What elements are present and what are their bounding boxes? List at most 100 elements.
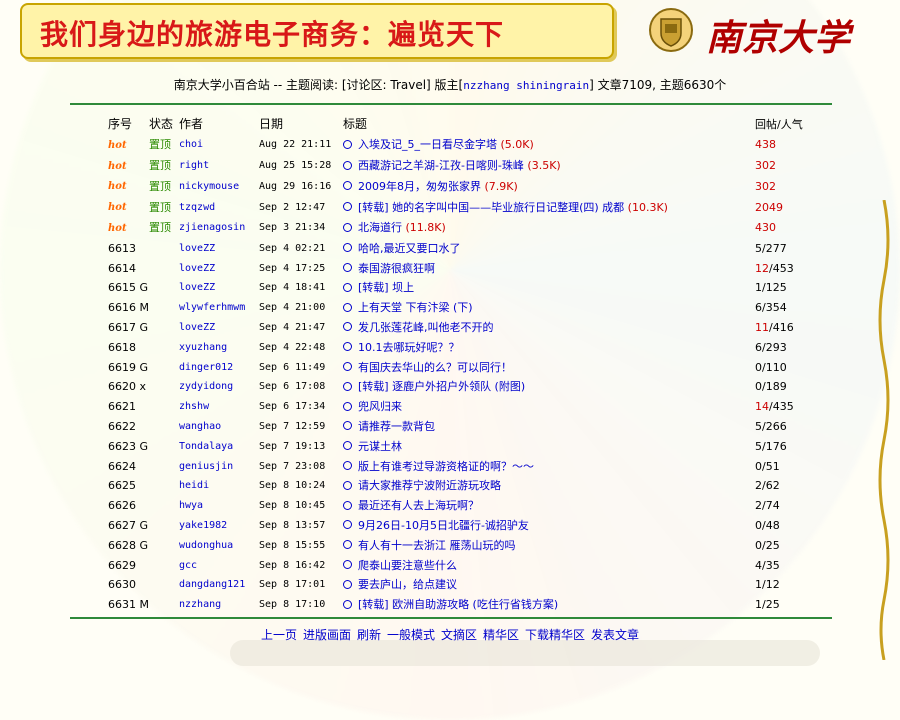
footer-link[interactable]: 进版画面	[303, 628, 351, 642]
moderator-links[interactable]: nzzhang shiningrain	[463, 79, 589, 92]
row-title-cell[interactable]: 兜风归来	[342, 397, 755, 417]
row-title-cell[interactable]: [转载] 欧洲自助游攻略 (吃住行省钱方案)	[342, 595, 755, 615]
row-title-cell[interactable]: 最近还有人去上海玩啊？	[342, 496, 755, 516]
row-author-link[interactable]: gcc	[179, 556, 259, 576]
row-title-link[interactable]: [转载] 她的名字叫中国——毕业旅行日记整理(四) 成都	[358, 201, 624, 214]
table-row[interactable]: 6624 geniusjin Sep 7 23:08 版上有谁考过导游资格证的啊？～～…	[108, 457, 815, 477]
footer-link[interactable]: 一般模式	[387, 628, 435, 642]
row-author-link[interactable]: zydyidong	[179, 377, 259, 397]
row-title-link[interactable]: [转载] 坝上	[358, 281, 414, 294]
row-author-link[interactable]: Tondalaya	[179, 437, 259, 457]
row-author-link[interactable]: loveZZ	[179, 318, 259, 338]
row-title-link[interactable]: 请推荐一款背包	[358, 420, 435, 433]
row-title-link[interactable]: 10.1去哪玩好呢？？	[358, 341, 460, 354]
row-title-link[interactable]: 发几张莲花峰,叫他老不开的	[358, 321, 494, 334]
row-title-cell[interactable]: 9月26日-10月5日北疆行-诚招驴友	[342, 516, 755, 536]
row-title-cell[interactable]: 爬泰山要注意些什么	[342, 556, 755, 576]
row-author-link[interactable]: nickymouse	[179, 176, 259, 197]
table-row[interactable]: hot 置顶 choi Aug 22 21:11 入埃及记_5_一日看尽金字塔 (5.0…	[108, 135, 815, 156]
row-title-link[interactable]: 请大家推荐宁波附近游玩攻略	[358, 479, 501, 492]
row-title-cell[interactable]: [转载] 坝上	[342, 278, 755, 298]
row-title-cell[interactable]: 版上有谁考过导游资格证的啊？～～	[342, 457, 755, 477]
row-title-link[interactable]: 有国庆去华山的么？可以同行！	[358, 361, 512, 374]
row-title-cell[interactable]: 西藏游记之羊湖-江孜-日喀则-珠峰 (3.5K)	[342, 156, 755, 177]
row-author-link[interactable]: right	[179, 156, 259, 177]
footer-link[interactable]: 文摘区	[441, 628, 477, 642]
table-row[interactable]: 6621 zhshw Sep 6 17:34 兜风归来 14/435	[108, 397, 815, 417]
row-title-cell[interactable]: 哈哈,最近又要口水了	[342, 239, 755, 259]
row-title-cell[interactable]: 10.1去哪玩好呢？？	[342, 338, 755, 358]
footer-link[interactable]: 精华区	[483, 628, 519, 642]
row-title-cell[interactable]: 请推荐一款背包	[342, 417, 755, 437]
row-title-cell[interactable]: 请大家推荐宁波附近游玩攻略	[342, 476, 755, 496]
row-title-cell[interactable]: 要去庐山，给点建议	[342, 575, 755, 595]
footer-link[interactable]: 发表文章	[591, 628, 639, 642]
row-title-cell[interactable]: 2009年8月，匆匆张家界 (7.9K)	[342, 176, 755, 197]
row-author-link[interactable]: loveZZ	[179, 239, 259, 259]
row-author-link[interactable]: loveZZ	[179, 278, 259, 298]
row-title-cell[interactable]: 有国庆去华山的么？可以同行！	[342, 358, 755, 378]
row-title-link[interactable]: 元谋土林	[358, 440, 402, 453]
table-row[interactable]: hot 置顶 tzqzwd Sep 2 12:47 [转载] 她的名字叫中国——毕业旅行…	[108, 197, 815, 218]
row-author-link[interactable]: choi	[179, 135, 259, 156]
row-title-cell[interactable]: [转载] 她的名字叫中国——毕业旅行日记整理(四) 成都 (10.3K)	[342, 197, 755, 218]
table-row[interactable]: 6620 x zydyidong Sep 6 17:08 [转载] 逐鹿户外招户外领队…	[108, 377, 815, 397]
table-row[interactable]: 6616 M wlywferhmwm Sep 4 21:00 上有天堂 下有汴梁 (下…	[108, 298, 815, 318]
table-row[interactable]: 6623 G Tondalaya Sep 7 19:13 元谋土林 5/176	[108, 437, 815, 457]
table-row[interactable]: hot 置顶 right Aug 25 15:28 西藏游记之羊湖-江孜-日喀则-珠峰 …	[108, 156, 815, 177]
row-title-link[interactable]: [转载] 欧洲自助游攻略 (吃住行省钱方案)	[358, 598, 558, 611]
table-row[interactable]: 6625 heidi Sep 8 10:24 请大家推荐宁波附近游玩攻略 2/62	[108, 476, 815, 496]
row-title-link[interactable]: 兜风归来	[358, 400, 402, 413]
row-title-link[interactable]: 爬泰山要注意些什么	[358, 559, 457, 572]
footer-link[interactable]: 刷新	[357, 628, 381, 642]
table-row[interactable]: 6617 G loveZZ Sep 4 21:47 发几张莲花峰,叫他老不开的 11/…	[108, 318, 815, 338]
table-row[interactable]: 6622 wanghao Sep 7 12:59 请推荐一款背包 5/266	[108, 417, 815, 437]
row-title-cell[interactable]: 元谋土林	[342, 437, 755, 457]
table-row[interactable]: 6631 M nzzhang Sep 8 17:10 [转载] 欧洲自助游攻略 (吃住…	[108, 595, 815, 615]
row-title-cell[interactable]: 泰国游很疯狂啊	[342, 259, 755, 279]
row-title-link[interactable]: 2009年8月，匆匆张家界	[358, 180, 481, 193]
table-row[interactable]: 6613 loveZZ Sep 4 02:21 哈哈,最近又要口水了 5/277	[108, 239, 815, 259]
row-title-link[interactable]: 最近还有人去上海玩啊？	[358, 499, 479, 512]
row-title-cell[interactable]: 上有天堂 下有汴梁 (下)	[342, 298, 755, 318]
row-title-cell[interactable]: [转载] 逐鹿户外招户外领队 (附图)	[342, 377, 755, 397]
table-row[interactable]: 6618 xyuzhang Sep 4 22:48 10.1去哪玩好呢？？ 6/293	[108, 338, 815, 358]
table-row[interactable]: 6615 G loveZZ Sep 4 18:41 [转载] 坝上 1/125	[108, 278, 815, 298]
row-author-link[interactable]: wudonghua	[179, 536, 259, 556]
row-title-link[interactable]: [转载] 逐鹿户外招户外领队 (附图)	[358, 380, 525, 393]
table-row[interactable]: 6629 gcc Sep 8 16:42 爬泰山要注意些什么 4/35	[108, 556, 815, 576]
row-title-link[interactable]: 泰国游很疯狂啊	[358, 262, 435, 275]
row-author-link[interactable]: loveZZ	[179, 259, 259, 279]
row-title-cell[interactable]: 入埃及记_5_一日看尽金字塔 (5.0K)	[342, 135, 755, 156]
row-title-cell[interactable]: 有人有十一去浙江 雁荡山玩的吗	[342, 536, 755, 556]
row-title-cell[interactable]: 发几张莲花峰,叫他老不开的	[342, 318, 755, 338]
footer-link[interactable]: 上一页	[261, 628, 297, 642]
row-author-link[interactable]: xyuzhang	[179, 338, 259, 358]
row-title-link[interactable]: 哈哈,最近又要口水了	[358, 242, 461, 255]
table-row[interactable]: 6614 loveZZ Sep 4 17:25 泰国游很疯狂啊 12/453	[108, 259, 815, 279]
row-author-link[interactable]: nzzhang	[179, 595, 259, 615]
row-author-link[interactable]: wlywferhmwm	[179, 298, 259, 318]
row-author-link[interactable]: tzqzwd	[179, 197, 259, 218]
row-author-link[interactable]: hwya	[179, 496, 259, 516]
row-title-link[interactable]: 有人有十一去浙江 雁荡山玩的吗	[358, 539, 516, 552]
row-author-link[interactable]: geniusjin	[179, 457, 259, 477]
row-author-link[interactable]: zhshw	[179, 397, 259, 417]
row-author-link[interactable]: dangdang121	[179, 575, 259, 595]
table-row[interactable]: 6630 dangdang121 Sep 8 17:01 要去庐山，给点建议 1/12	[108, 575, 815, 595]
row-author-link[interactable]: wanghao	[179, 417, 259, 437]
table-row[interactable]: 6626 hwya Sep 8 10:45 最近还有人去上海玩啊？ 2/74	[108, 496, 815, 516]
row-title-cell[interactable]: 北海道行 (11.8K)	[342, 218, 755, 239]
row-author-link[interactable]: yake1982	[179, 516, 259, 536]
footer-link[interactable]: 下载精华区	[525, 628, 585, 642]
table-row[interactable]: 6628 G wudonghua Sep 8 15:55 有人有十一去浙江 雁荡山玩的…	[108, 536, 815, 556]
row-author-link[interactable]: zjienagosin	[179, 218, 259, 239]
row-title-link[interactable]: 北海道行	[358, 221, 402, 234]
table-row[interactable]: hot 置顶 zjienagosin Sep 3 21:34 北海道行 (11.8K) 4…	[108, 218, 815, 239]
row-author-link[interactable]: heidi	[179, 476, 259, 496]
row-title-link[interactable]: 要去庐山，给点建议	[358, 578, 457, 591]
row-title-link[interactable]: 上有天堂 下有汴梁 (下)	[358, 301, 473, 314]
row-title-link[interactable]: 西藏游记之羊湖-江孜-日喀则-珠峰	[358, 159, 524, 172]
table-row[interactable]: hot 置顶 nickymouse Aug 29 16:16 2009年8月，匆匆张家界…	[108, 176, 815, 197]
row-author-link[interactable]: dinger012	[179, 358, 259, 378]
